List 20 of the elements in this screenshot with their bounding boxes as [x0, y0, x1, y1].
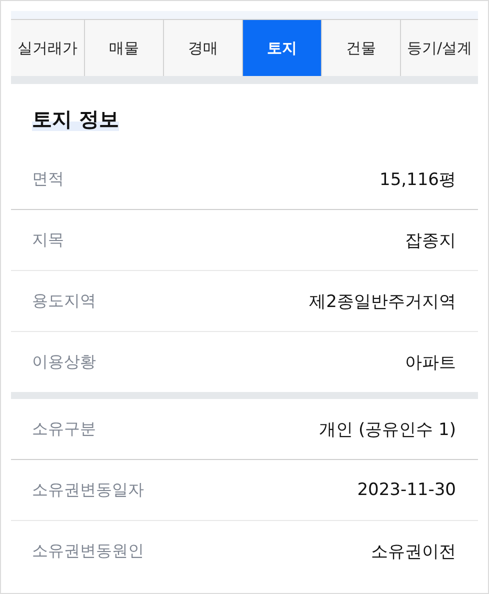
field-value: 잡종지 — [405, 230, 456, 252]
field-label: 소유구분 — [32, 418, 96, 440]
tab[interactable]: 건물 — [322, 20, 401, 76]
field-value: 15,116평 — [380, 168, 456, 190]
field-label: 용도지역 — [32, 290, 96, 312]
tab[interactable]: 실거래가 — [11, 20, 85, 76]
field-label: 이용상황 — [32, 352, 96, 372]
field-label: 면적 — [32, 168, 64, 190]
field-value: 소유권이전 — [371, 540, 456, 562]
tab[interactable]: 매물 — [85, 20, 164, 76]
tab[interactable]: 토지 — [243, 20, 322, 76]
field-label: 소유권변동일자 — [32, 480, 144, 500]
tab[interactable]: 등기/설계 — [401, 20, 478, 76]
field-label: 소유권변동원인 — [32, 540, 144, 562]
field-label: 지목 — [32, 230, 64, 250]
field-value: 2023-11-30 — [357, 480, 456, 500]
tab[interactable]: 경매 — [164, 20, 243, 76]
field-value: 제2종일반주거지역 — [309, 290, 456, 312]
field-value: 아파트 — [405, 352, 456, 374]
field-value: 개인 (공유인수 1) — [319, 418, 456, 440]
